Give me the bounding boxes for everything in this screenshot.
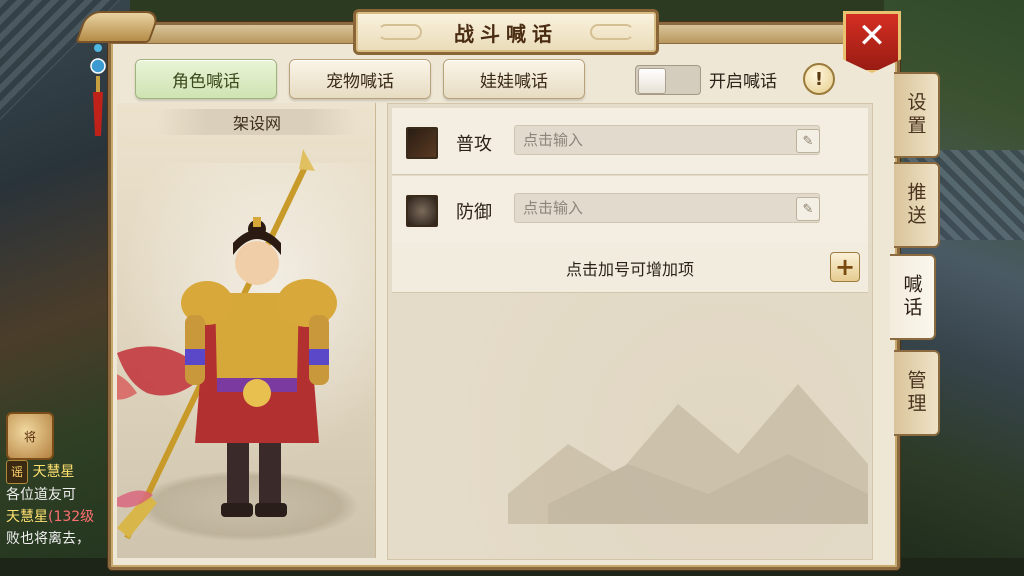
side-tab-label: 管理: [904, 370, 927, 416]
add-item-hint: 点击加号可增加项: [565, 260, 694, 279]
close-button[interactable]: ✕: [843, 11, 901, 73]
battle-shout-dialog: 战斗喊话 ✕ 角色喊话 宠物喊话 娃娃喊话 开启喊话 ! 架设网 普攻 点击输入…: [75, 9, 901, 570]
attack-shout-input[interactable]: [514, 125, 820, 155]
shout-row-defend: 防御 ✎: [392, 176, 868, 243]
pencil-icon[interactable]: ✎: [796, 129, 820, 153]
character-panel: 架设网: [117, 103, 376, 558]
swirl-ornament-icon: [590, 24, 634, 40]
chat-tag: 谣: [6, 460, 29, 484]
skill-label: 普攻: [456, 134, 492, 155]
defend-shout-input[interactable]: [514, 193, 820, 223]
side-tab-label: 喊话: [900, 274, 923, 320]
tab-pet-shout[interactable]: 宠物喊话: [289, 59, 431, 99]
chat-text: 各位道友可: [6, 487, 76, 503]
character-name-bar: 架设网: [157, 109, 357, 135]
info-button[interactable]: !: [803, 63, 835, 95]
tab-label: 宠物喊话: [326, 71, 394, 92]
add-item-row: 点击加号可增加项 +: [392, 242, 868, 293]
shield-icon: [406, 195, 438, 227]
tab-character-shout[interactable]: 角色喊话: [135, 59, 277, 99]
shout-toggle-label: 开启喊话: [709, 72, 777, 92]
mountain-painting-background: [508, 384, 868, 524]
skill-label: 防御: [456, 202, 492, 223]
close-icon: ✕: [857, 16, 887, 56]
chat-level: (132级: [48, 509, 95, 525]
chat-name: 天慧星: [32, 464, 75, 480]
chat-line: 天慧星(132级: [6, 506, 126, 528]
sword-icon: [406, 127, 438, 159]
general-badge-icon[interactable]: 将: [6, 412, 54, 460]
chat-text: 败也将离去，: [6, 531, 90, 547]
pencil-icon[interactable]: ✎: [796, 197, 820, 221]
chat-line: 谣 天慧星: [6, 460, 126, 484]
side-tab-settings[interactable]: 设置: [894, 72, 940, 158]
side-tab-shout[interactable]: 喊话: [890, 254, 936, 340]
shout-list-panel: 普攻 ✎ 防御 ✎ 点击加号可增加项 +: [387, 103, 873, 560]
chat-line: 败也将离去，: [6, 528, 126, 550]
chat-name: 天慧星: [6, 509, 48, 525]
chat-line: 各位道友可: [6, 484, 126, 506]
toggle-knob: [638, 68, 666, 94]
tab-label: 角色喊话: [172, 71, 240, 92]
side-tab-label: 推送: [904, 182, 927, 228]
tab-doll-shout[interactable]: 娃娃喊话: [443, 59, 585, 99]
side-tab-push[interactable]: 推送: [894, 162, 940, 248]
shout-row-attack: 普攻 ✎: [392, 108, 868, 175]
dialog-title-plate: 战斗喊话: [353, 9, 659, 55]
pendant-ornament-icon: [90, 44, 106, 136]
add-item-button[interactable]: +: [830, 252, 860, 282]
character-name: 架设网: [232, 114, 281, 133]
side-tab-label: 设置: [904, 92, 927, 138]
plus-icon: +: [834, 253, 856, 281]
warrior-character-icon: [117, 149, 337, 540]
corner-ornament-left: [75, 11, 161, 43]
swirl-ornament-icon: [378, 24, 422, 40]
shout-toggle[interactable]: [635, 65, 701, 95]
tab-label: 娃娃喊话: [480, 71, 548, 92]
side-tab-manage[interactable]: 管理: [894, 350, 940, 436]
exclamation-icon: !: [814, 68, 824, 90]
background-chat: 谣 天慧星 各位道友可 天慧星(132级 败也将离去，: [6, 460, 126, 550]
dialog-title: 战斗喊话: [454, 21, 558, 46]
